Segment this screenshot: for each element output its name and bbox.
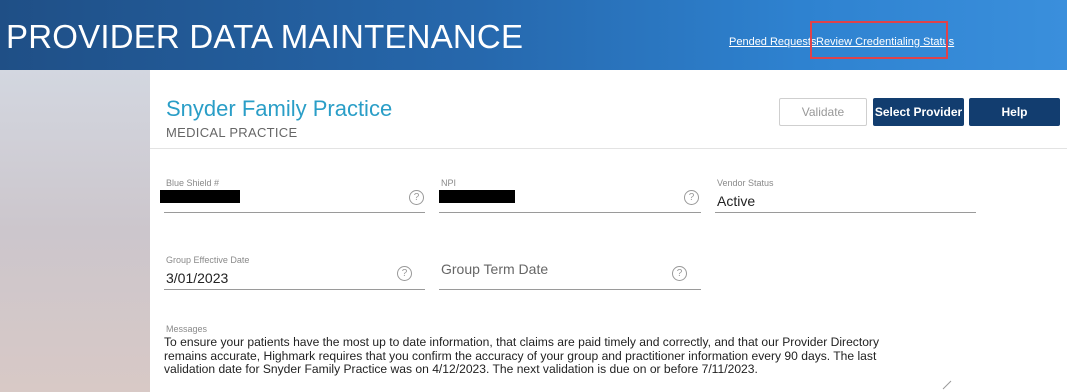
group-effective-date-value: 3/01/2023 [166,270,229,286]
message-line: validation date for Snyder Family Practi… [164,362,758,376]
group-effective-date-label: Group Effective Date [166,255,250,265]
redacted-value [160,190,240,203]
pended-requests-link[interactable]: Pended Requests [729,36,816,48]
practice-type: MEDICAL PRACTICE [166,125,298,140]
message-line: remains accurate, Highmark requires that… [164,348,877,363]
group-term-date-field[interactable]: Group Term Date ? [439,255,701,290]
help-circle-icon[interactable]: ? [684,190,699,205]
app-header: PROVIDER DATA MAINTENANCE Pended Request… [0,0,1067,70]
practice-name: Snyder Family Practice [166,96,393,121]
group-term-date-placeholder: Group Term Date [441,261,549,277]
npi-label: NPI [441,178,457,188]
messages-label: Messages [166,324,208,334]
redacted-value [439,190,515,203]
help-circle-icon[interactable]: ? [397,266,412,281]
vendor-status-value: Active [717,193,756,209]
vendor-status-label: Vendor Status [717,178,774,188]
highlight-annotation [810,21,948,59]
blue-shield-field[interactable]: Blue Shield # ? [160,178,425,213]
messages-textarea[interactable]: To ensure your patients have the most up… [164,335,954,377]
page-title: PROVIDER DATA MAINTENANCE [6,18,524,55]
resize-handle-icon[interactable] [942,380,952,390]
select-provider-button[interactable]: Select Provider [873,98,964,126]
help-button[interactable]: Help [969,98,1060,126]
left-side-panel [0,70,150,392]
blue-shield-label: Blue Shield # [166,178,220,188]
message-line: To ensure your patients have the most up… [164,335,880,349]
group-effective-date-field[interactable]: Group Effective Date 3/01/2023 ? [164,255,425,290]
validate-button[interactable]: Validate [779,98,867,126]
npi-field[interactable]: NPI ? [439,178,701,213]
help-circle-icon[interactable]: ? [409,190,424,205]
vendor-status-field[interactable]: Vendor Status Active [715,178,976,213]
section-divider [150,148,1067,149]
help-circle-icon[interactable]: ? [672,266,687,281]
